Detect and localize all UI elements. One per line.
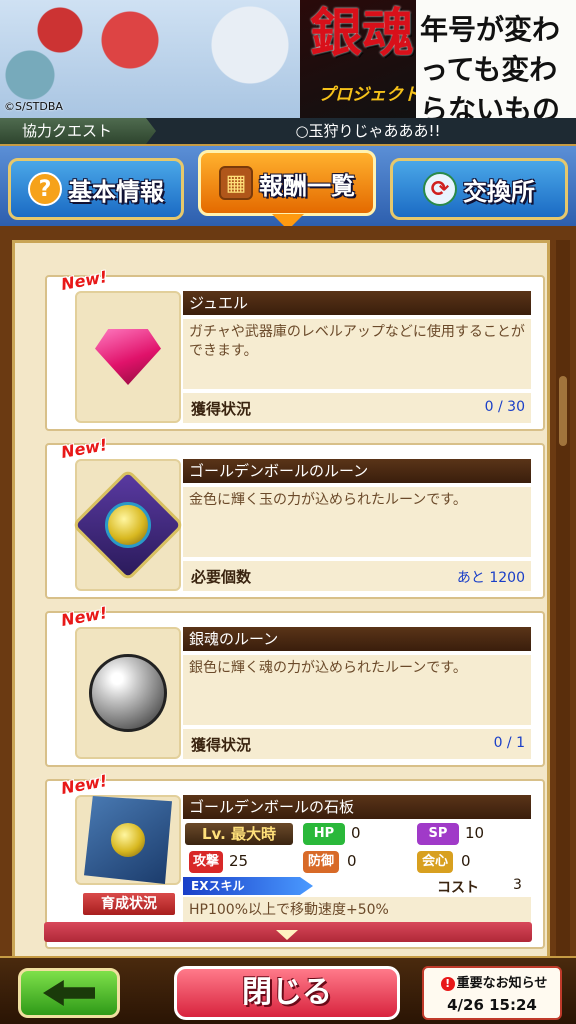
- status-label: 獲得状況: [191, 400, 252, 418]
- slogan-text: 年号が変わっても変わらないものがある: [420, 13, 561, 118]
- quest-name: ○玉狩りじゃあああ!!: [295, 122, 441, 140]
- notice-title-text: 重要なお知らせ: [456, 976, 548, 991]
- reward-status: 獲得状況 0 / 1: [183, 729, 531, 759]
- stats-row-1: Lv. 最大時 HP 0 SP 10: [183, 821, 531, 847]
- bottom-bar: 閉じる ! 重要なお知らせ 4/26 15:24: [0, 956, 576, 1024]
- status-value: あと 1200: [456, 570, 525, 586]
- reward-description: ガチャや武器庫のレベルアップなどに使用することができます。: [183, 319, 531, 389]
- hp-value: 0: [351, 824, 361, 842]
- reward-list[interactable]: New! ジュエル ガチャや武器庫のレベルアップなどに使用することができます。 …: [12, 240, 550, 956]
- status-label: 必要個数: [191, 568, 252, 586]
- alert-icon: !: [440, 976, 455, 991]
- reward-image-box: [71, 459, 185, 591]
- growth-status-button[interactable]: 育成状況: [81, 891, 177, 917]
- reward-title: ゴールデンボールのルーン: [183, 459, 531, 483]
- silver-rune-icon: [89, 654, 167, 732]
- reward-list-frame: New! ジュエル ガチャや武器庫のレベルアップなどに使用することができます。 …: [0, 226, 576, 956]
- treasure-chest-icon: ▦: [219, 166, 253, 200]
- quest-bar: 協力クエスト ○玉狩りじゃあああ!!: [0, 118, 576, 144]
- question-icon: ?: [28, 172, 62, 206]
- ex-skill-label: EXスキル: [183, 877, 313, 895]
- reward-status: 獲得状況 0 / 30: [183, 393, 531, 423]
- reward-description: 銀色に輝く魂の力が込められたルーンです。: [183, 655, 531, 725]
- close-button[interactable]: 閉じる: [174, 966, 400, 1020]
- reward-title: 銀魂のルーン: [183, 627, 531, 651]
- attack-value: 25: [229, 852, 249, 870]
- reward-image-box: [75, 627, 181, 759]
- game-logo-sub: プロジェクト: [318, 85, 420, 105]
- sp-label: SP: [417, 823, 459, 845]
- sp-value: 10: [465, 824, 485, 842]
- scrollbar-thumb[interactable]: [559, 376, 567, 446]
- tab-reward-list-label: 報酬一覧: [259, 171, 355, 200]
- new-badge: New!: [59, 771, 109, 798]
- stats-row-2: 攻撃 25 防御 0 会心 0: [183, 849, 531, 875]
- status-label: 獲得状況: [191, 736, 252, 754]
- important-notice-button[interactable]: ! 重要なお知らせ 4/26 15:24: [422, 966, 562, 1020]
- reward-description: 金色に輝く玉の力が込められたルーンです。: [183, 487, 531, 557]
- jewel-icon: [95, 329, 161, 385]
- reward-image-box: [75, 795, 181, 885]
- exchange-icon: ⟳: [423, 172, 457, 206]
- defense-value: 0: [347, 852, 357, 870]
- event-banner[interactable]: 銀魂 プロジェクト 年号が変わっても変わらないものがある ©S/STDBA: [0, 0, 576, 118]
- tab-bar: ? 基本情報 ▦ 報酬一覧 ⟳ 交換所: [0, 144, 576, 230]
- reward-title: ジュエル: [183, 291, 531, 315]
- cost-label: コスト: [437, 880, 479, 896]
- notice-timestamp: 4/26 15:24: [447, 996, 537, 1014]
- reward-card-gold-rune[interactable]: New! ゴールデンボールのルーン 金色に輝く玉の力が込められたルーンです。 必…: [45, 435, 545, 599]
- reward-card-silver-rune[interactable]: New! 銀魂のルーン 銀色に輝く魂の力が込められたルーンです。 獲得状況 0 …: [45, 603, 545, 767]
- tab-basic-info-label: 基本情報: [68, 177, 164, 206]
- critical-value: 0: [461, 852, 471, 870]
- notice-title: ! 重要なお知らせ: [430, 972, 558, 991]
- new-badge: New!: [59, 267, 109, 294]
- new-badge: New!: [59, 435, 109, 462]
- tab-exchange-label: 交換所: [463, 177, 535, 206]
- scrollbar-track[interactable]: [556, 240, 570, 956]
- cost-value: 3: [513, 877, 522, 893]
- level-max-label: Lv. 最大時: [185, 823, 293, 845]
- game-logo: 銀魂: [310, 3, 415, 64]
- attack-label: 攻撃: [189, 851, 223, 873]
- copyright-text: ©S/STDBA: [4, 100, 63, 113]
- reward-card-jewel[interactable]: New! ジュエル ガチャや武器庫のレベルアップなどに使用することができます。 …: [45, 267, 545, 431]
- tab-basic-info[interactable]: ? 基本情報: [8, 158, 184, 220]
- reward-title: ゴールデンボールの石板: [183, 795, 531, 819]
- gold-rune-icon: [71, 468, 185, 582]
- critical-label: 会心: [417, 851, 453, 873]
- reward-status: 必要個数 あと 1200: [183, 561, 531, 591]
- hp-label: HP: [303, 823, 345, 845]
- tab-exchange[interactable]: ⟳ 交換所: [390, 158, 568, 220]
- status-value: 0 / 30: [484, 399, 525, 415]
- status-value: 0 / 1: [493, 735, 525, 751]
- stone-tablet-icon: [84, 796, 172, 884]
- reward-image-box: [75, 291, 181, 423]
- new-badge: New!: [59, 603, 109, 630]
- tab-reward-list[interactable]: ▦ 報酬一覧: [198, 150, 376, 216]
- back-arrow-icon: [43, 980, 95, 1006]
- quest-type-label: 協力クエスト: [0, 118, 156, 144]
- defense-label: 防御: [303, 851, 339, 873]
- back-button[interactable]: [18, 968, 120, 1018]
